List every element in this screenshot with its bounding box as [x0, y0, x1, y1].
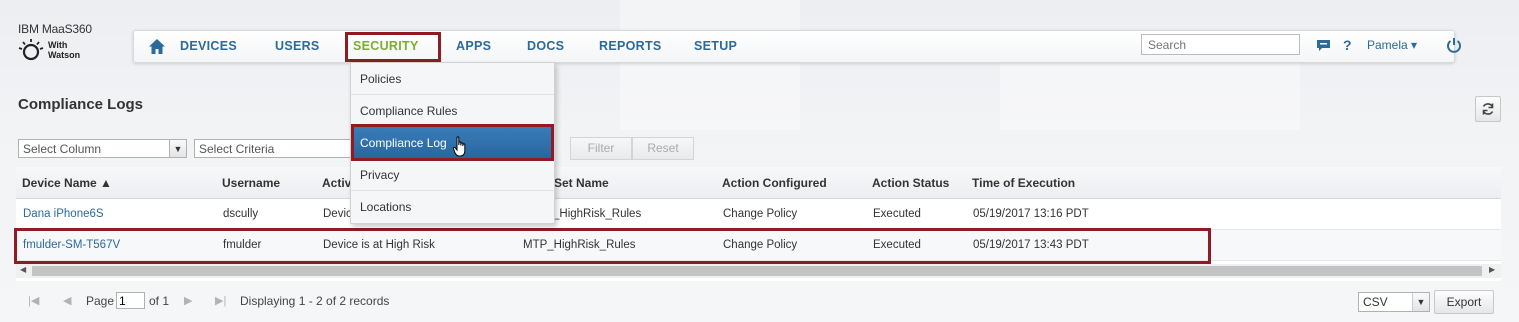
column-header-action-configured[interactable]: Action Configured	[722, 176, 827, 190]
nav-setup[interactable]: SETUP	[694, 31, 737, 62]
background-block	[620, 0, 800, 130]
last-page-icon[interactable]: ▶|	[215, 294, 226, 307]
power-icon[interactable]	[1446, 37, 1462, 53]
device-name-link[interactable]: Dana iPhone6S	[23, 208, 104, 220]
logo-subtitle-line2: Watson	[48, 50, 81, 60]
scrollbar-thumb[interactable]	[32, 266, 1482, 276]
username-cell: dscully	[223, 208, 259, 220]
menu-item-privacy[interactable]: Privacy	[351, 159, 554, 191]
chevron-down-icon[interactable]: ▼	[169, 139, 187, 158]
logo-subtitle-line1: With	[48, 40, 68, 50]
time-of-execution-cell: 05/19/2017 13:16 PDT	[973, 208, 1089, 220]
page-number-input[interactable]	[116, 292, 145, 309]
activity-cell: Devic	[323, 208, 352, 220]
menu-item-locations[interactable]: Locations	[351, 191, 554, 223]
prev-page-icon[interactable]: ◀	[63, 294, 71, 307]
grid-header: Device Name ▲ Username Activ Set Name Ac…	[16, 167, 1501, 199]
export-button[interactable]: Export	[1434, 290, 1494, 314]
background-block	[1000, 60, 1300, 130]
column-header-action-status[interactable]: Action Status	[872, 176, 949, 190]
logo-subtitle: With Watson	[48, 40, 80, 60]
reset-button[interactable]: Reset	[632, 137, 694, 160]
ibm-maas360-logo: IBM MaaS360 With Watson	[18, 22, 128, 62]
nav-apps[interactable]: APPS	[456, 31, 491, 62]
chevron-down-icon[interactable]: ▼	[1412, 293, 1429, 311]
column-header-activity[interactable]: Activ	[322, 176, 351, 190]
filter-button[interactable]: Filter	[570, 137, 632, 160]
action-configured-cell: Change Policy	[723, 208, 798, 220]
logo-title: IBM MaaS360	[18, 22, 92, 36]
nav-reports[interactable]: REPORTS	[599, 31, 662, 62]
horizontal-scrollbar[interactable]: ◀ ▶	[16, 264, 1501, 278]
first-page-icon[interactable]: |◀	[28, 294, 39, 307]
page-title: Compliance Logs	[18, 96, 144, 113]
refresh-button[interactable]	[1475, 96, 1501, 122]
table-row[interactable]: Dana iPhone6S dscully Devic _HighRisk_Ru…	[16, 199, 1501, 230]
menu-item-compliance-rules[interactable]: Compliance Rules	[351, 95, 554, 127]
rule-set-cell: _HighRisk_Rules	[553, 208, 642, 220]
pagination-bar: |◀ ◀ Page of 1 ▶ ▶| Displaying 1 - 2 of …	[16, 283, 1501, 319]
scroll-right-icon[interactable]: ▶	[1489, 265, 1495, 274]
column-header-device-name[interactable]: Device Name ▲	[22, 176, 112, 190]
refresh-icon	[1482, 103, 1494, 115]
home-icon[interactable]	[148, 38, 166, 55]
chat-icon[interactable]	[1316, 39, 1331, 53]
menu-item-policies[interactable]: Policies	[351, 63, 554, 95]
nav-docs[interactable]: DOCS	[527, 31, 564, 62]
select-column-dropdown[interactable]: Select Column	[18, 139, 170, 158]
hand-cursor-icon	[453, 136, 466, 157]
page-count-label: of 1	[149, 294, 170, 308]
nav-devices[interactable]: DEVICES	[180, 31, 237, 62]
action-status-cell: Executed	[873, 208, 921, 220]
scroll-left-icon[interactable]: ◀	[20, 265, 26, 274]
column-header-rule-set-name[interactable]: Set Name	[554, 176, 609, 190]
column-header-time-of-execution[interactable]: Time of Execution	[972, 176, 1075, 190]
next-page-icon[interactable]: ▶	[184, 294, 192, 307]
row-highlight-box	[14, 228, 1211, 264]
search-input[interactable]	[1141, 34, 1300, 55]
select-criteria-dropdown[interactable]: Select Criteria	[194, 139, 354, 158]
help-icon[interactable]: ?	[1343, 37, 1352, 53]
security-highlight-box	[345, 32, 441, 62]
column-header-username[interactable]: Username	[222, 176, 280, 190]
nav-users[interactable]: USERS	[275, 31, 320, 62]
user-menu[interactable]: Pamela ▾	[1367, 38, 1417, 52]
page-label: Page	[86, 294, 115, 308]
records-summary: Displaying 1 - 2 of 2 records	[240, 294, 390, 308]
watson-icon	[18, 39, 44, 61]
